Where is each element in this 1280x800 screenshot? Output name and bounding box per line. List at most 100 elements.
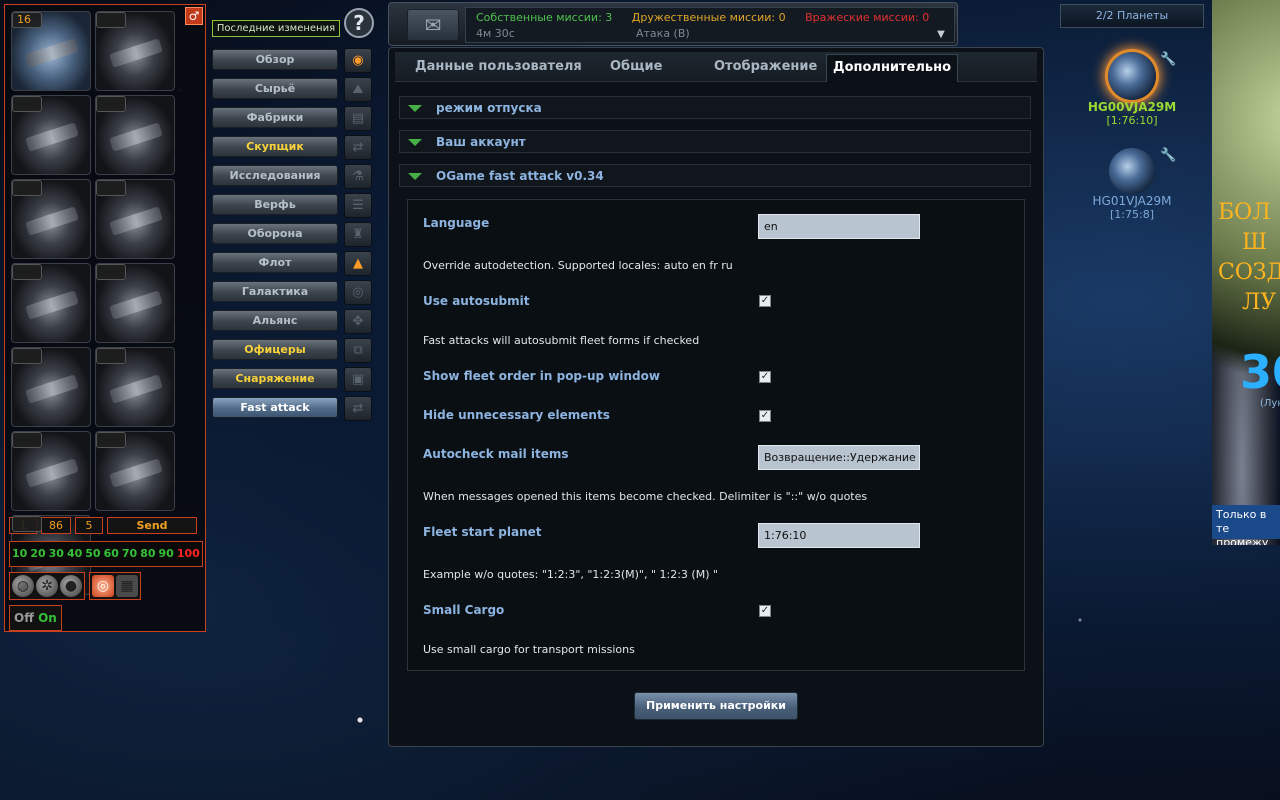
wrench-icon[interactable]: 🔧 — [1160, 52, 1176, 67]
planet-image[interactable] — [1108, 52, 1156, 100]
autocheck-mail-description: When messages opened this items become c… — [423, 490, 868, 503]
percent-50[interactable]: 50 — [85, 547, 100, 560]
planet-ring-icon[interactable]: ◉ — [344, 48, 372, 73]
transport-icon[interactable]: ▦ — [116, 575, 138, 597]
small-cargo-checkbox[interactable]: ✓ — [759, 605, 771, 617]
ship-grid: 16 — [11, 11, 177, 595]
mission-icon-row: ◍ ✲ ● ◎ ▦ — [9, 572, 141, 600]
ship-slot-small-cargo[interactable]: 16 — [11, 11, 91, 91]
equipment-icon[interactable]: ▣ — [344, 367, 372, 392]
section-vacation-mode[interactable]: режим отпуска — [399, 96, 1031, 119]
toggle-on-label[interactable]: On — [38, 611, 57, 625]
section-fast-attack[interactable]: OGame fast attack v0.34 — [399, 164, 1031, 187]
target-system-input[interactable]: 86 — [41, 517, 71, 534]
menu-button-shipyard[interactable]: Верфь — [212, 194, 338, 215]
off-on-toggle[interactable]: Off On — [9, 605, 62, 631]
planet-item-hg00vja29m[interactable]: 🔧 HG00VJA29M [1:76:10] — [1060, 52, 1204, 127]
percent-100[interactable]: 100 — [177, 547, 200, 560]
percent-10[interactable]: 10 — [12, 547, 27, 560]
fleet-start-label: Fleet start planet — [423, 525, 542, 539]
factory-icon[interactable]: ▤ — [344, 106, 372, 131]
galaxy-icon[interactable]: ◎ — [344, 280, 372, 305]
tab-general[interactable]: Общие — [610, 54, 662, 82]
send-button[interactable]: Send — [107, 517, 197, 534]
tab-user-data[interactable]: Данные пользователя — [415, 54, 582, 82]
autocheck-mail-input[interactable]: Возвращение::Удержание — [758, 445, 920, 470]
ship-slot-light-fighter[interactable] — [11, 95, 91, 175]
toggle-off-label[interactable]: Off — [14, 611, 34, 625]
fleet-start-input[interactable]: 1:76:10 — [758, 523, 920, 548]
flask-icon[interactable]: ⚗ — [344, 164, 372, 189]
alliance-icon[interactable]: ✥ — [344, 309, 372, 334]
menu-button-galaxy[interactable]: Галактика — [212, 281, 338, 302]
fleet-icon[interactable]: ▲ — [344, 251, 372, 276]
planet-item-hg01vja29m[interactable]: 🔧 HG01VJA29M [1:75:8] — [1060, 148, 1204, 221]
language-input[interactable]: en — [758, 214, 920, 239]
popup-checkbox[interactable]: ✓ — [759, 371, 771, 383]
ship-slot-destroyer[interactable] — [11, 431, 91, 511]
menu-button-resources[interactable]: Сырьё — [212, 78, 338, 99]
menu-button-fast-attack[interactable]: Fast attack — [212, 397, 338, 418]
shipyard-icon[interactable]: ☰ — [344, 193, 372, 218]
gender-toggle-icon[interactable]: ♂ — [185, 7, 203, 25]
exchange-icon[interactable]: ⇄ — [344, 396, 372, 421]
menu-item-alliance: Альянс ✥ — [212, 309, 374, 334]
ship-slot-espionage-probe[interactable] — [11, 347, 91, 427]
autosubmit-checkbox[interactable]: ✓ — [759, 295, 771, 307]
ship-slot-bomber[interactable] — [95, 347, 175, 427]
menu-button-officers[interactable]: Офицеры — [212, 339, 338, 360]
ship-slot-battleship[interactable] — [95, 179, 175, 259]
moon-icon[interactable]: ● — [60, 575, 82, 597]
tab-extended[interactable]: Дополнительно — [826, 54, 959, 82]
menu-button-equipment[interactable]: Снаряжение — [212, 368, 338, 389]
event-list-panel[interactable]: Собственные миссии: 3 Дружественные мисс… — [465, 7, 955, 43]
ship-slot-colony-ship[interactable] — [11, 263, 91, 343]
ship-slot-heavy-fighter[interactable] — [95, 95, 175, 175]
planet-image[interactable] — [1109, 148, 1155, 194]
fleet-start-description: Example w/o quotes: "1:2:3", "1:2:3(M)",… — [423, 568, 719, 581]
menu-button-fleet[interactable]: Флот — [212, 252, 338, 273]
officers-icon[interactable]: ⧉ — [344, 338, 372, 363]
expand-events-icon[interactable]: ▼ — [930, 27, 952, 43]
target-position-input[interactable]: 5 — [75, 517, 103, 534]
changelog-link[interactable]: Последние изменения — [212, 20, 340, 37]
mine-icon[interactable]: ⛰ — [344, 77, 372, 102]
percent-20[interactable]: 20 — [30, 547, 45, 560]
defense-icon[interactable]: ♜ — [344, 222, 372, 247]
wrench-icon[interactable]: 🔧 — [1160, 148, 1176, 163]
menu-button-alliance[interactable]: Альянс — [212, 310, 338, 331]
expand-arrow-icon — [408, 139, 422, 146]
percent-80[interactable]: 80 — [140, 547, 155, 560]
hide-elements-checkbox[interactable]: ✓ — [759, 410, 771, 422]
ship-slot-deathstar[interactable] — [95, 431, 175, 511]
help-button[interactable]: ? — [344, 8, 374, 38]
attack-target-icon[interactable]: ◎ — [92, 575, 114, 597]
hide-elements-label: Hide unnecessary elements — [423, 408, 610, 422]
menu-button-merchant[interactable]: Скупщик — [212, 136, 338, 157]
autocheck-mail-label: Autocheck mail items — [423, 447, 569, 461]
percent-70[interactable]: 70 — [122, 547, 137, 560]
debris-icon[interactable]: ✲ — [36, 575, 58, 597]
promo-banner[interactable]: БОЛ Ш СОЗД ЛУ 30 (Лун Только в те промеж… — [1212, 0, 1280, 545]
planet-icon[interactable]: ◍ — [12, 575, 34, 597]
menu-button-research[interactable]: Исследования — [212, 165, 338, 186]
apply-settings-button[interactable]: Применить настройки — [634, 692, 798, 720]
hostile-missions-count[interactable]: Вражеские миссии: 0 — [805, 11, 929, 24]
exchange-icon[interactable]: ⇄ — [344, 135, 372, 160]
autosubmit-label: Use autosubmit — [423, 294, 530, 308]
percent-90[interactable]: 90 — [159, 547, 174, 560]
ship-slot-large-cargo[interactable] — [95, 11, 175, 91]
percent-40[interactable]: 40 — [67, 547, 82, 560]
menu-button-defense[interactable]: Оборона — [212, 223, 338, 244]
friendly-missions-count[interactable]: Дружественные миссии: 0 — [632, 11, 786, 24]
section-your-account[interactable]: Ваш аккаунт — [399, 130, 1031, 153]
tab-display[interactable]: Отображение — [714, 54, 817, 82]
ship-slot-cruiser[interactable] — [11, 179, 91, 259]
menu-button-facilities[interactable]: Фабрики — [212, 107, 338, 128]
percent-30[interactable]: 30 — [49, 547, 64, 560]
own-missions-count[interactable]: Собственные миссии: 3 — [476, 11, 612, 24]
percent-60[interactable]: 60 — [104, 547, 119, 560]
menu-button-overview[interactable]: Обзор — [212, 49, 338, 70]
mail-icon[interactable]: ✉ — [407, 9, 459, 41]
ship-slot-recycler[interactable] — [95, 263, 175, 343]
